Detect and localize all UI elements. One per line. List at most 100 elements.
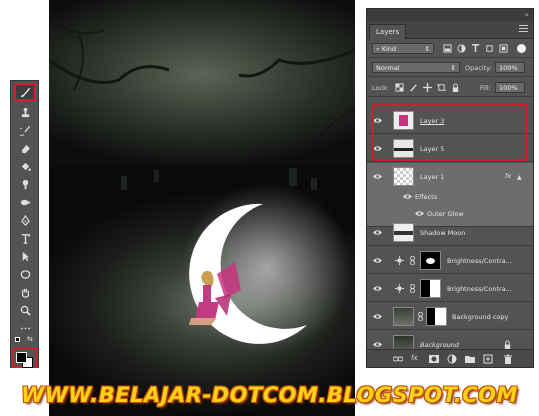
lock-fill-row: Lock: Fill: 100% <box>367 78 533 97</box>
layer-name: Background copy <box>452 313 509 321</box>
canvas-artwork <box>49 19 355 353</box>
path-select-icon <box>22 251 29 262</box>
fill-label: Fill: <box>480 84 491 92</box>
chevron-down-icon: ⇕ <box>450 64 456 72</box>
lock-artboard-icon[interactable] <box>437 83 446 92</box>
more-icon <box>20 327 30 330</box>
tools-panel: ⇆ <box>10 80 39 368</box>
panel-tab-bar: Layers <box>367 21 533 39</box>
type-icon <box>21 234 30 244</box>
smudge-icon <box>22 179 28 190</box>
watermark-text: WWW.BELAJAR-DOTCOM.BLOGSPOT.COM <box>21 383 518 407</box>
trash-icon[interactable] <box>503 354 513 364</box>
filter-adjustment-icon[interactable] <box>457 44 466 53</box>
dodge-tool[interactable] <box>16 195 34 210</box>
chevron-up-icon[interactable]: ▲ <box>517 174 522 181</box>
new-layer-icon[interactable] <box>483 354 493 364</box>
visibility-eye-icon[interactable] <box>373 256 382 265</box>
pen-tool[interactable] <box>16 213 34 228</box>
filter-kind-select[interactable]: ⌕ Kind ⇕ <box>372 43 434 54</box>
effects-label: Effects <box>415 193 438 201</box>
layer-row-layer-1[interactable]: Layer 1 fx ▲ Effects Outer Glow <box>367 163 533 227</box>
layer-thumbnail <box>393 223 414 242</box>
pen-icon <box>20 215 30 226</box>
blend-mode-select[interactable]: Normal ⇕ <box>372 62 460 73</box>
foreground-color-swatch[interactable] <box>16 352 27 363</box>
visibility-eye-icon[interactable] <box>403 192 412 201</box>
document-canvas[interactable] <box>49 0 355 416</box>
ellipse-icon <box>20 270 30 279</box>
visibility-eye-icon[interactable] <box>373 312 382 321</box>
layer-name: Layer 1 <box>420 173 445 181</box>
default-colors-icon[interactable] <box>15 337 20 342</box>
link-layers-icon[interactable] <box>393 354 403 364</box>
visibility-eye-icon[interactable] <box>373 340 382 349</box>
zoom-tool[interactable] <box>16 303 34 318</box>
paint-bucket-tool[interactable] <box>16 159 34 174</box>
lock-icon <box>504 340 511 349</box>
filter-smart-object-icon[interactable] <box>499 44 508 53</box>
ellipse-tool[interactable] <box>16 267 34 282</box>
layer-row-brightness-contrast-2[interactable]: Brightness/Contra... <box>367 275 533 302</box>
filter-toggle-icon[interactable] <box>517 44 526 53</box>
clone-stamp-tool[interactable] <box>16 105 34 120</box>
tab-layers[interactable]: Layers <box>369 24 407 39</box>
path-selection-tool[interactable] <box>16 249 34 264</box>
fill-input[interactable]: 100% <box>495 82 525 93</box>
zoom-icon <box>20 305 31 316</box>
layer-name: Brightness/Contra... <box>447 285 512 293</box>
eraser-icon <box>21 144 30 154</box>
layer-mask-thumbnail <box>420 251 441 270</box>
layer-thumbnail <box>393 167 414 186</box>
new-group-icon[interactable] <box>465 354 475 364</box>
panel-menu-icon[interactable] <box>519 25 528 34</box>
more-tools-button[interactable] <box>16 321 34 336</box>
history-brush-tool[interactable] <box>16 123 34 138</box>
eraser-tool[interactable] <box>16 141 34 156</box>
hand-icon <box>21 288 29 298</box>
visibility-eye-icon[interactable] <box>373 228 382 237</box>
filter-type-icon[interactable] <box>471 44 480 53</box>
smudge-tool[interactable] <box>16 177 34 192</box>
collapse-panel-icon[interactable]: » <box>525 11 529 19</box>
add-mask-icon[interactable] <box>429 354 439 364</box>
new-adjustment-icon[interactable] <box>447 354 457 364</box>
layer-row-background-copy[interactable]: Background copy <box>367 303 533 330</box>
layers-action-bar: fx <box>367 349 533 367</box>
layer-row-shadow-moon[interactable]: Shadow Moon <box>367 219 533 246</box>
dodge-icon <box>20 199 30 206</box>
layer-filter-row: ⌕ Kind ⇕ <box>367 40 533 58</box>
lock-all-icon[interactable] <box>451 83 460 92</box>
hand-tool[interactable] <box>16 285 34 300</box>
filter-pixel-icon[interactable] <box>443 44 452 53</box>
add-style-icon[interactable]: fx <box>411 354 421 364</box>
layer-name: Brightness/Contra... <box>447 257 512 265</box>
type-tool[interactable] <box>16 231 34 246</box>
swap-colors-icon[interactable]: ⇆ <box>27 335 33 343</box>
link-icon[interactable] <box>416 312 425 321</box>
layer-effects-icon[interactable]: fx <box>505 172 511 180</box>
brightness-adjustment-icon <box>395 256 404 265</box>
link-icon[interactable] <box>408 284 417 293</box>
effect-name[interactable]: Outer Glow <box>427 210 464 218</box>
lock-image-icon[interactable] <box>409 83 418 92</box>
filter-shape-icon[interactable] <box>485 44 494 53</box>
brush-icon <box>20 87 30 97</box>
visibility-eye-icon[interactable] <box>373 284 382 293</box>
layer-row-brightness-contrast-1[interactable]: Brightness/Contra... <box>367 247 533 274</box>
layer-thumbnail <box>393 307 414 326</box>
opacity-label: Opacity: <box>465 64 492 72</box>
link-icon[interactable] <box>408 256 417 265</box>
visibility-eye-icon[interactable] <box>373 172 382 181</box>
layer-name: Shadow Moon <box>420 229 466 237</box>
history-brush-icon <box>19 125 30 136</box>
lock-transparent-icon[interactable] <box>395 83 404 92</box>
visibility-eye-icon[interactable] <box>415 209 424 218</box>
highlight-box-layers <box>372 104 527 161</box>
brush-tool[interactable] <box>14 83 36 101</box>
opacity-input[interactable]: 100% <box>495 62 525 73</box>
lock-position-icon[interactable] <box>423 83 432 92</box>
brightness-adjustment-icon <box>395 284 404 293</box>
layer-mask-thumbnail <box>420 279 441 298</box>
blend-opacity-row: Normal ⇕ Opacity: 100% <box>367 59 533 77</box>
